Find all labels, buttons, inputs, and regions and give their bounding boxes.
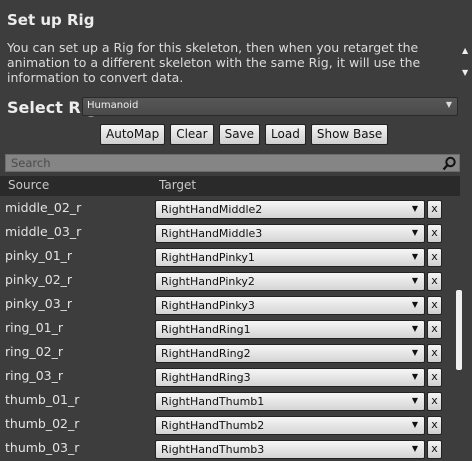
bone-mapping-list: middle_02_r RightHandMiddle2 ▼ x middle_03_r… bbox=[0, 197, 446, 461]
clear-mapping-button[interactable]: x bbox=[427, 392, 442, 411]
clear-mapping-button[interactable]: x bbox=[427, 248, 442, 267]
target-bone-dropdown[interactable]: RightHandPinky3 ▼ bbox=[155, 296, 425, 315]
triangle-down-icon: ▼ bbox=[411, 228, 418, 237]
panel-title: Set up Rig bbox=[7, 11, 95, 29]
table-row: ring_03_r RightHandRing3 ▼ x bbox=[0, 365, 446, 389]
source-bone-label: middle_02_r bbox=[5, 200, 82, 215]
triangle-down-icon: ▼ bbox=[411, 204, 418, 213]
target-bone-value: RightHandThumb2 bbox=[161, 419, 265, 432]
table-row: thumb_01_r RightHandThumb1 ▼ x bbox=[0, 389, 446, 413]
target-bone-dropdown[interactable]: RightHandPinky1 ▼ bbox=[155, 248, 425, 267]
table-row: ring_02_r RightHandRing2 ▼ x bbox=[0, 341, 446, 365]
source-bone-label: ring_03_r bbox=[5, 368, 64, 383]
clear-button[interactable]: Clear bbox=[170, 124, 214, 145]
edge-scroll-up-icon[interactable]: ▲ bbox=[462, 46, 472, 56]
source-column-header: Source bbox=[8, 178, 50, 192]
triangle-down-icon: ▼ bbox=[411, 372, 418, 381]
target-bone-value: RightHandMiddle3 bbox=[161, 227, 263, 240]
table-row: ring_01_r RightHandRing1 ▼ x bbox=[0, 317, 446, 341]
source-bone-label: thumb_02_r bbox=[5, 416, 80, 431]
triangle-down-icon: ▼ bbox=[411, 444, 418, 453]
source-bone-label: pinky_02_r bbox=[5, 272, 73, 287]
clear-mapping-button[interactable]: x bbox=[427, 200, 442, 219]
clear-mapping-button[interactable]: x bbox=[427, 440, 442, 459]
triangle-down-icon: ▼ bbox=[411, 276, 418, 285]
clear-mapping-button[interactable]: x bbox=[427, 344, 442, 363]
table-row: pinky_03_r RightHandPinky3 ▼ x bbox=[0, 293, 446, 317]
target-bone-value: RightHandPinky1 bbox=[161, 251, 255, 264]
triangle-down-icon: ▼ bbox=[411, 300, 418, 309]
rig-dropdown-value: Humanoid bbox=[87, 100, 139, 111]
table-header: Source Target bbox=[0, 176, 460, 196]
target-bone-value: RightHandMiddle2 bbox=[161, 203, 263, 216]
table-row: middle_03_r RightHandMiddle3 ▼ x bbox=[0, 221, 446, 245]
target-bone-dropdown[interactable]: RightHandThumb2 ▼ bbox=[155, 416, 425, 435]
scrollbar[interactable] bbox=[461, 196, 472, 460]
target-bone-dropdown[interactable]: RightHandRing3 ▼ bbox=[155, 368, 425, 387]
automap-button[interactable]: AutoMap bbox=[100, 124, 166, 145]
triangle-down-icon: ▼ bbox=[411, 324, 418, 333]
source-bone-label: pinky_03_r bbox=[5, 296, 73, 311]
clear-mapping-button[interactable]: x bbox=[427, 272, 442, 291]
clear-mapping-button[interactable]: x bbox=[427, 368, 442, 387]
triangle-down-icon: ▼ bbox=[411, 348, 418, 357]
triangle-down-icon: ▼ bbox=[411, 396, 418, 405]
clear-mapping-button[interactable]: x bbox=[427, 296, 442, 315]
load-button[interactable]: Load bbox=[265, 124, 306, 145]
magnifier-icon[interactable] bbox=[442, 156, 457, 174]
source-bone-label: ring_01_r bbox=[5, 320, 64, 335]
search-placeholder: Search bbox=[11, 156, 51, 170]
scrollbar-thumb[interactable] bbox=[456, 290, 462, 370]
target-column-header: Target bbox=[159, 178, 197, 192]
save-button[interactable]: Save bbox=[218, 124, 261, 145]
show-base-button[interactable]: Show Base bbox=[310, 124, 389, 145]
rig-action-buttons: AutoMap Clear Save Load Show Base bbox=[100, 124, 389, 145]
target-bone-value: RightHandPinky2 bbox=[161, 275, 255, 288]
clear-mapping-button[interactable]: x bbox=[427, 320, 442, 339]
table-row: thumb_03_r RightHandThumb3 ▼ x bbox=[0, 437, 446, 461]
table-row: thumb_02_r RightHandThumb2 ▼ x bbox=[0, 413, 446, 437]
search-input[interactable]: Search bbox=[5, 154, 460, 172]
triangle-down-icon: ▼ bbox=[445, 100, 452, 109]
table-row: pinky_02_r RightHandPinky2 ▼ x bbox=[0, 269, 446, 293]
target-bone-dropdown[interactable]: RightHandThumb1 ▼ bbox=[155, 392, 425, 411]
source-bone-label: middle_03_r bbox=[5, 224, 82, 239]
target-bone-dropdown[interactable]: RightHandMiddle3 ▼ bbox=[155, 224, 425, 243]
panel-description: You can set up a Rig for this skeleton, … bbox=[7, 40, 421, 85]
triangle-down-icon: ▼ bbox=[411, 252, 418, 261]
target-bone-value: RightHandPinky3 bbox=[161, 299, 255, 312]
target-bone-value: RightHandRing3 bbox=[161, 371, 251, 384]
rig-dropdown[interactable]: Humanoid ▼ bbox=[82, 97, 458, 116]
target-bone-dropdown[interactable]: RightHandMiddle2 ▼ bbox=[155, 200, 425, 219]
clear-mapping-button[interactable]: x bbox=[427, 416, 442, 435]
target-bone-value: RightHandThumb3 bbox=[161, 443, 265, 456]
source-bone-label: ring_02_r bbox=[5, 344, 64, 359]
clear-mapping-button[interactable]: x bbox=[427, 224, 442, 243]
source-bone-label: thumb_01_r bbox=[5, 392, 80, 407]
source-bone-label: pinky_01_r bbox=[5, 248, 73, 263]
target-bone-value: RightHandRing1 bbox=[161, 323, 251, 336]
target-bone-dropdown[interactable]: RightHandRing2 ▼ bbox=[155, 344, 425, 363]
source-bone-label: thumb_03_r bbox=[5, 440, 80, 455]
triangle-down-icon: ▼ bbox=[411, 420, 418, 429]
target-bone-value: RightHandRing2 bbox=[161, 347, 251, 360]
target-bone-dropdown[interactable]: RightHandThumb3 ▼ bbox=[155, 440, 425, 459]
table-row: middle_02_r RightHandMiddle2 ▼ x bbox=[0, 197, 446, 221]
target-bone-dropdown[interactable]: RightHandRing1 ▼ bbox=[155, 320, 425, 339]
edge-scroll-down-icon[interactable]: ▼ bbox=[462, 68, 472, 78]
target-bone-value: RightHandThumb1 bbox=[161, 395, 265, 408]
target-bone-dropdown[interactable]: RightHandPinky2 ▼ bbox=[155, 272, 425, 291]
table-row: pinky_01_r RightHandPinky1 ▼ x bbox=[0, 245, 446, 269]
